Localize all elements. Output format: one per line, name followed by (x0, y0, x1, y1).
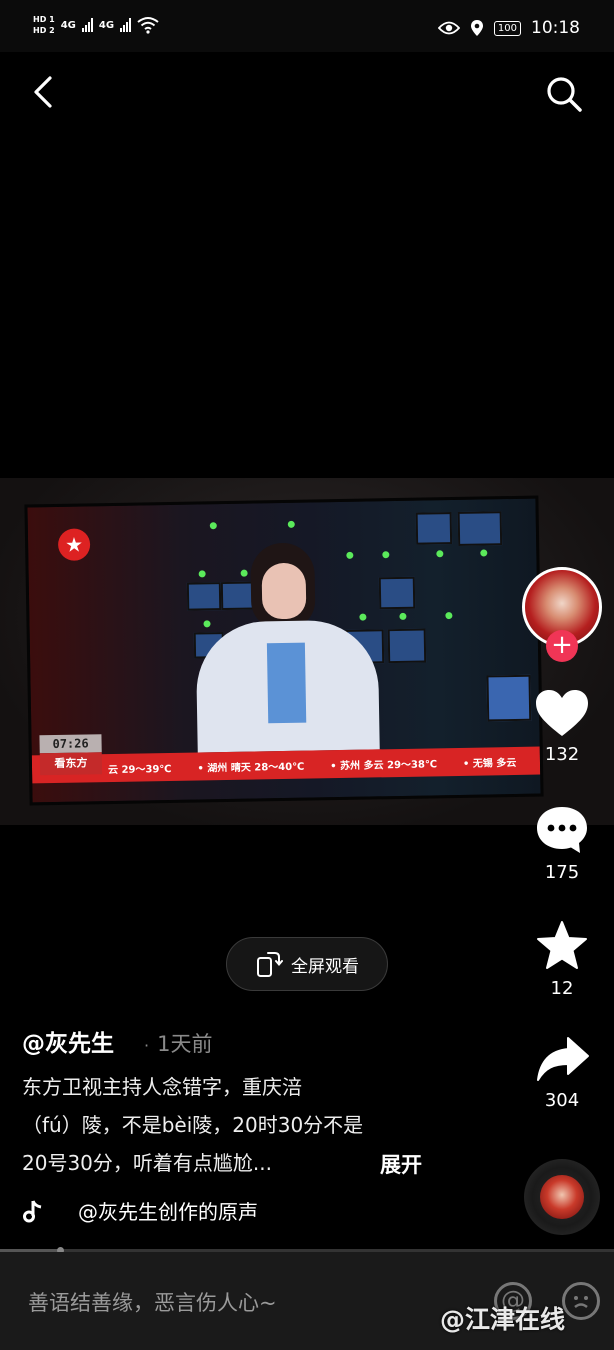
signal-icon (120, 18, 132, 32)
network2-label: 4G (98, 19, 115, 31)
status-bar: HD 1 HD 2 4G 4G 100 10:18 (0, 0, 614, 52)
share-arrow-icon (537, 1037, 589, 1081)
ticker-item: 云 29～39℃ (107, 763, 172, 776)
ticker-item: • 湖州 晴天 28～40℃ (197, 761, 305, 775)
studio-light (203, 620, 211, 628)
separator-dot: · (144, 1036, 150, 1055)
like-count: 132 (544, 744, 580, 765)
caption-line: 20号30分，听着有点尴尬... (22, 1151, 272, 1175)
expand-button[interactable]: 展开 (380, 1149, 422, 1179)
like-button[interactable]: 132 (528, 688, 596, 765)
emoji-icon[interactable] (562, 1282, 600, 1320)
comment-button[interactable]: 175 (528, 804, 596, 883)
signal-icon (81, 18, 93, 32)
studio-light (287, 520, 295, 528)
news-anchor-top (266, 642, 307, 724)
studio-monitor (387, 628, 427, 664)
share-button[interactable]: 304 (528, 1034, 596, 1111)
location-icon (470, 20, 483, 36)
search-icon[interactable] (544, 74, 584, 114)
fullscreen-label: 全屏观看 (291, 956, 359, 977)
post-time: 1天前 (157, 1032, 213, 1056)
rotate-phone-icon (257, 952, 283, 977)
wifi-icon (137, 17, 159, 34)
studio-light (436, 550, 444, 558)
music-title: @灰先生创作的原声 (78, 1200, 258, 1224)
share-count: 304 (544, 1090, 580, 1111)
studio-light (346, 551, 354, 559)
video-caption[interactable]: 东方卫视主持人念错字，重庆涪 （fú）陵，不是bèi陵，20时30分不是 20号… (22, 1068, 442, 1182)
clock: 10:18 (531, 18, 580, 38)
tv-program-name: 看东方 (39, 752, 103, 776)
music-note-icon (23, 1199, 42, 1222)
network1-label: 4G (60, 19, 76, 31)
studio-light (240, 569, 248, 577)
star-icon (537, 921, 587, 969)
fullscreen-button[interactable]: 全屏观看 (226, 937, 388, 991)
music-info[interactable]: @灰先生创作的原声 (22, 1196, 258, 1225)
tv-clock: 07:26 (39, 734, 102, 754)
author-name[interactable]: @灰先生 (22, 1024, 114, 1058)
favorite-count: 12 (550, 978, 574, 999)
tv-screen: ★ 云 29～39℃ • 湖州 晴天 28～40℃ • 苏州 多云 29～38℃… (27, 498, 541, 803)
eye-icon (437, 21, 460, 35)
comment-count: 175 (544, 862, 580, 883)
ticker-item: • 苏州 多云 29～38℃ (330, 758, 438, 772)
studio-light (359, 613, 367, 621)
network-indicators: HD 1 HD 2 4G 4G (33, 14, 159, 36)
favorite-button[interactable]: 12 (528, 920, 596, 999)
studio-light (445, 612, 453, 620)
system-indicators: 100 10:18 (437, 18, 580, 38)
studio-light (399, 612, 407, 620)
comment-input[interactable]: 善语结善缘，恶言伤人心~ (28, 1287, 448, 1317)
music-disc[interactable] (524, 1159, 600, 1235)
studio-light (382, 551, 390, 559)
video-player[interactable]: ★ 云 29～39℃ • 湖州 晴天 28～40℃ • 苏州 多云 29～38℃… (0, 478, 614, 825)
disc-cover (540, 1175, 584, 1219)
studio-monitor (415, 512, 453, 545)
comment-icon (537, 807, 587, 853)
studio-monitor (186, 582, 222, 611)
ticker-item: • 无锡 多云 (462, 757, 517, 770)
studio-monitor (457, 511, 503, 546)
watermark: @江津在线 (440, 1305, 566, 1334)
studio-monitor (378, 576, 416, 610)
battery-indicator: 100 (493, 20, 521, 36)
studio-light (480, 549, 488, 557)
sim1-label: HD 1 (33, 15, 55, 24)
heart-icon (536, 690, 588, 736)
follow-button[interactable]: + (546, 630, 578, 662)
caption-line: 东方卫视主持人念错字，重庆涪 (22, 1075, 302, 1099)
post-meta: @灰先生 · 1天前 (22, 1024, 212, 1058)
caption-line: （fú）陵，不是bèi陵，20时30分不是 (22, 1113, 364, 1137)
sim2-label: HD 2 (33, 26, 55, 35)
sim-indicators: HD 1 HD 2 (33, 14, 55, 36)
news-anchor-face (261, 562, 307, 620)
studio-monitor (486, 674, 532, 722)
back-arrow-icon[interactable] (30, 74, 58, 110)
